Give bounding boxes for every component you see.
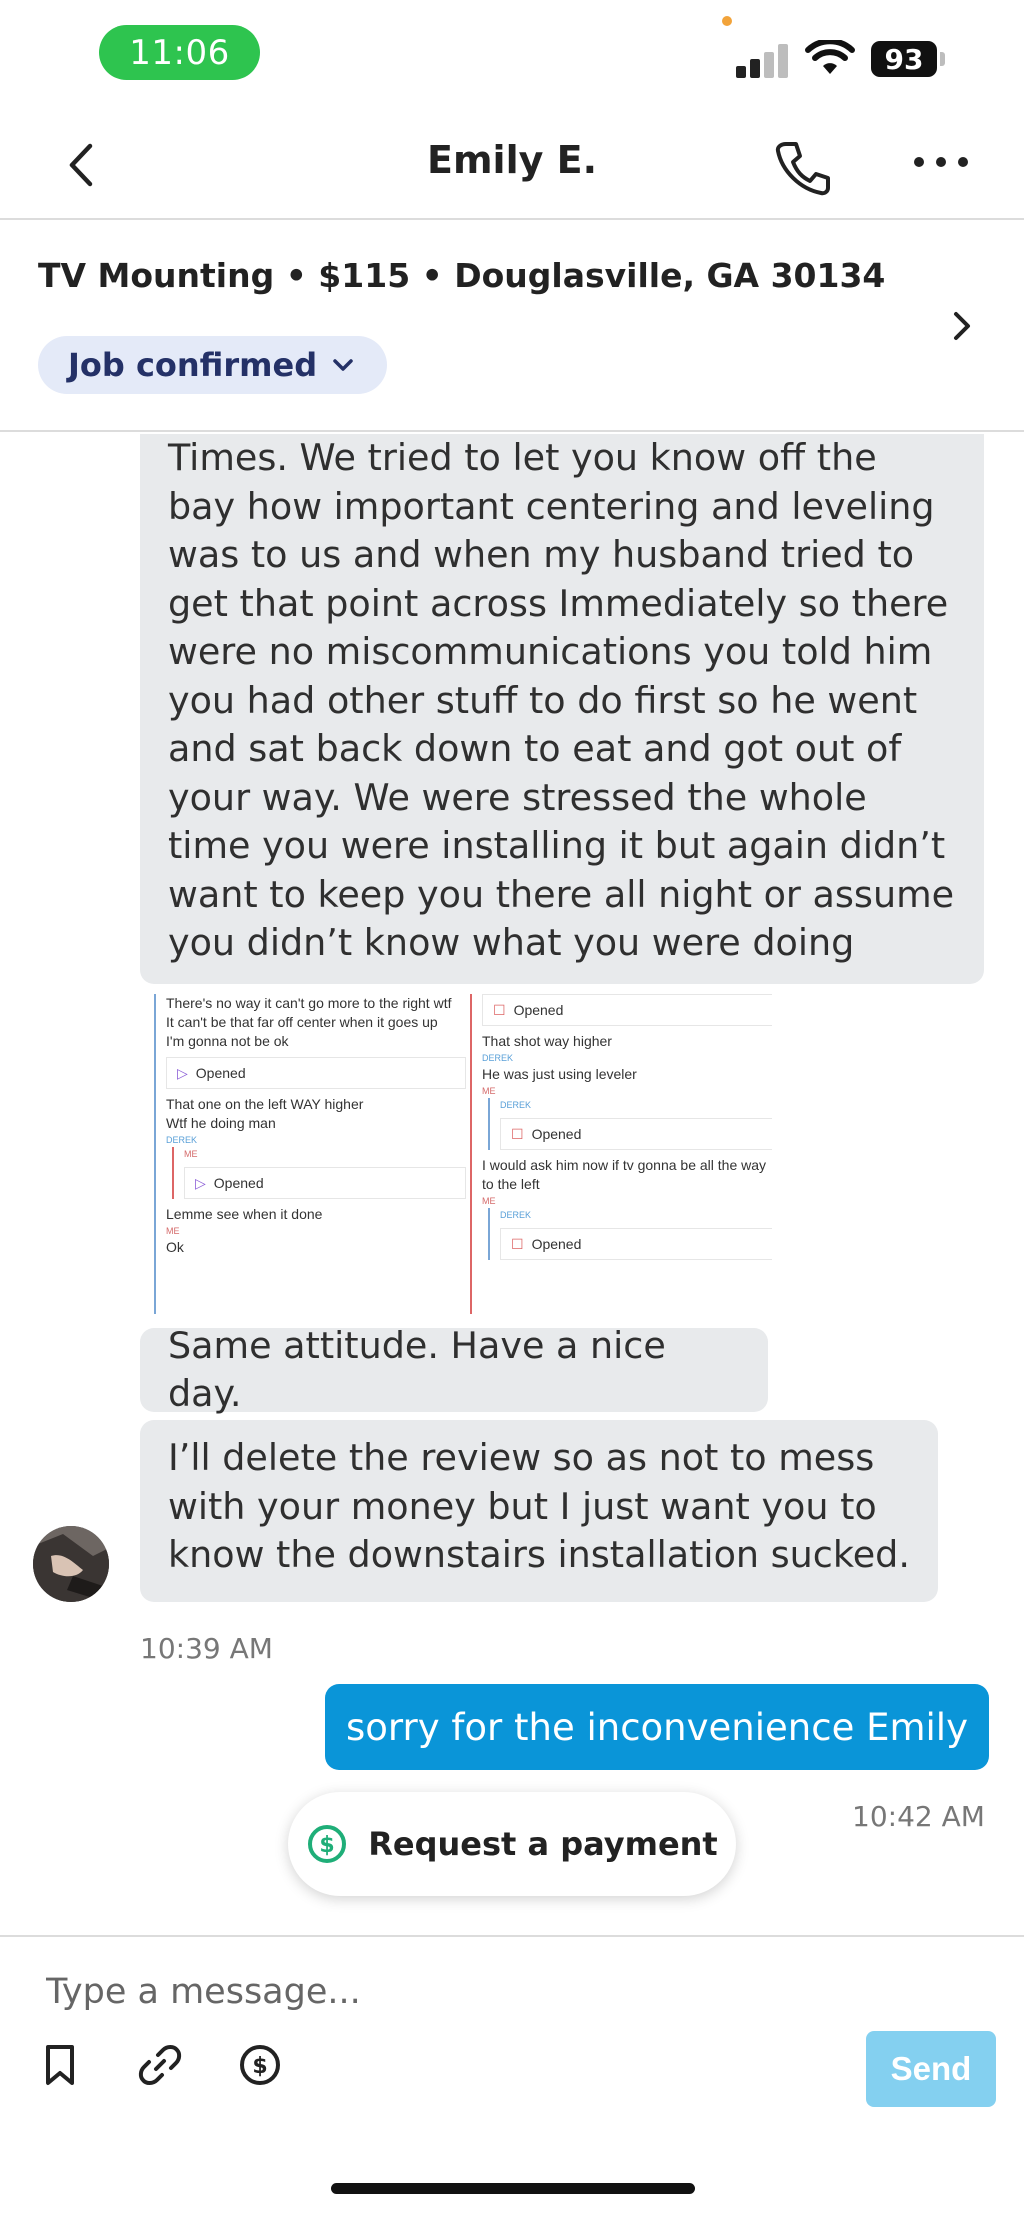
job-status-dropdown[interactable]: Job confirmed bbox=[38, 336, 388, 394]
shot-text: to the left bbox=[482, 1176, 540, 1192]
outgoing-timestamp: 10:42 AM bbox=[852, 1800, 985, 1833]
shot-sender: DEREK bbox=[500, 1210, 532, 1220]
shot-sender: ME bbox=[184, 1149, 198, 1159]
wifi-icon bbox=[805, 40, 855, 74]
shot-text: There's no way it can't go more to the r… bbox=[166, 995, 452, 1011]
shot-sender: DEREK bbox=[500, 1100, 532, 1110]
dollar-icon[interactable]: $ bbox=[236, 2041, 284, 2089]
message-input[interactable] bbox=[46, 1965, 646, 2019]
shot-text: I would ask him now if tv gonna be all t… bbox=[482, 1157, 767, 1173]
shot-text: That one on the left WAY higher bbox=[166, 1096, 364, 1112]
job-title: TV Mounting • $115 • Douglasville, GA 30… bbox=[38, 256, 886, 295]
shot-sender: ME bbox=[482, 1196, 496, 1206]
shot-opened-label: Opened bbox=[195, 1064, 246, 1081]
status-time: 11:06 bbox=[99, 25, 260, 80]
incoming-timestamp: 10:39 AM bbox=[140, 1632, 273, 1665]
link-icon[interactable] bbox=[136, 2041, 184, 2089]
conversation-header: Emily E. bbox=[0, 110, 1024, 220]
incoming-message-long: Times. We tried to let you know off the … bbox=[140, 434, 984, 984]
incoming-message: I’ll delete the review so as not to mess… bbox=[140, 1420, 938, 1602]
shot-sender: ME bbox=[482, 1086, 496, 1096]
privacy-indicator-dot bbox=[722, 16, 732, 26]
send-button[interactable]: Send bbox=[866, 2031, 996, 2107]
shot-opened-label: Opened bbox=[531, 1125, 582, 1142]
message-composer: $ Send bbox=[0, 1935, 1024, 2217]
more-icon[interactable] bbox=[914, 154, 968, 170]
shot-opened-row: ▷ Opened bbox=[166, 1057, 466, 1089]
shot-text: He was just using leveler bbox=[482, 1066, 637, 1082]
dollar-circle-icon: $ bbox=[308, 1825, 347, 1863]
shot-opened-row: ☐ Opened bbox=[500, 1118, 772, 1150]
shot-sender: ME bbox=[166, 1226, 180, 1236]
svg-text:$: $ bbox=[320, 1833, 335, 1858]
request-payment-button[interactable]: $ Request a payment bbox=[288, 1792, 736, 1896]
screenshot-right-column: ☐ Opened That shot way higher DEREK He wa… bbox=[470, 994, 772, 1314]
signal-icon bbox=[736, 44, 790, 78]
shot-text: Ok bbox=[166, 1239, 184, 1255]
job-summary-bar[interactable]: TV Mounting • $115 • Douglasville, GA 30… bbox=[0, 220, 1024, 432]
contact-name: Emily E. bbox=[427, 138, 597, 182]
shot-opened-row: ☐ Opened bbox=[482, 994, 772, 1026]
shot-opened-label: Opened bbox=[513, 1001, 564, 1018]
bookmark-icon[interactable] bbox=[36, 2041, 84, 2089]
chevron-right-icon[interactable] bbox=[948, 306, 976, 346]
shot-text: That shot way higher bbox=[482, 1033, 612, 1049]
shot-opened-row: ▷ Opened bbox=[184, 1167, 466, 1199]
svg-text:$: $ bbox=[252, 2054, 267, 2079]
battery-nub bbox=[940, 52, 945, 66]
screenshot-left-column: There's no way it can't go more to the r… bbox=[154, 994, 466, 1314]
shot-opened-row: ☐ Opened bbox=[500, 1228, 772, 1260]
shot-text: It can't be that far off center when it … bbox=[166, 1014, 438, 1030]
battery-indicator: 93 bbox=[871, 41, 937, 77]
shot-opened-label: Opened bbox=[531, 1235, 582, 1252]
chevron-down-icon bbox=[333, 359, 353, 371]
shot-text: Wtf he doing man bbox=[166, 1115, 276, 1131]
request-payment-label: Request a payment bbox=[368, 1825, 718, 1863]
shot-text: Lemme see when it done bbox=[166, 1206, 323, 1222]
incoming-message: Same attitude. Have a nice day. bbox=[140, 1324, 768, 1415]
shot-text: I'm gonna not be ok bbox=[166, 1033, 289, 1049]
shot-opened-label: Opened bbox=[213, 1174, 264, 1191]
outgoing-message: sorry for the inconvenience Emily bbox=[325, 1684, 989, 1770]
home-indicator[interactable] bbox=[331, 2183, 695, 2194]
shot-sender: DEREK bbox=[166, 1135, 198, 1145]
avatar[interactable] bbox=[33, 1526, 109, 1602]
screenshot-attachment[interactable]: There's no way it can't go more to the r… bbox=[140, 994, 772, 1314]
shot-sender: DEREK bbox=[482, 1053, 514, 1063]
job-status-label: Job confirmed bbox=[68, 346, 318, 384]
phone-icon[interactable] bbox=[774, 140, 832, 196]
